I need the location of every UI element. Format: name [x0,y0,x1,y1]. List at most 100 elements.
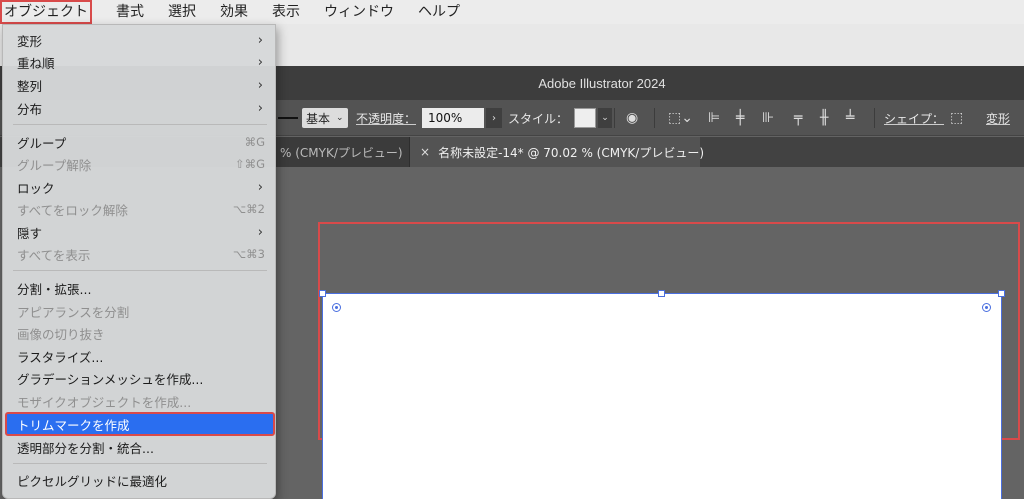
tab-label: 名称未設定-14* @ 70.02 % (CMYK/プレビュー) [438,145,705,160]
menu-type[interactable]: 書式 [104,0,156,24]
transform-label[interactable]: 変形 [986,100,1010,136]
menu-item-label: トリムマークを作成 [17,417,130,433]
menu-item-label: アピアランスを分割 [17,304,130,320]
menu-item-lock[interactable]: ロック › [3,176,277,198]
opacity-arrow-icon[interactable]: › [486,108,503,128]
menu-item-mosaic: モザイクオブジェクトを作成... [3,390,277,412]
menu-item-distribute[interactable]: 分布 › [3,97,277,119]
selection-edge-left [322,293,323,499]
menu-item-pixel-grid[interactable]: ピクセルグリッドに最適化 [3,469,277,491]
style-swatch[interactable] [574,108,597,128]
window-title: Adobe Illustrator 2024 [538,75,666,91]
chevron-down-icon[interactable]: ⌄ [598,108,613,128]
menu-item-label: モザイクオブジェクトを作成... [17,394,192,410]
chevron-right-icon: › [257,32,263,48]
menu-select[interactable]: 選択 [156,0,208,24]
align-right-icon[interactable]: ⊪ [762,100,774,136]
menu-divider [13,463,267,464]
separator [654,108,655,128]
menu-item-label: 分割・拡張... [17,281,92,297]
style-label: スタイル： [508,111,569,126]
menu-item-expand[interactable]: 分割・拡張... [3,277,277,299]
chevron-down-icon: ⌄ [336,113,344,123]
align-hcenter-icon[interactable]: ╪ [736,100,744,136]
menu-item-label: ラスタライズ... [17,349,104,365]
opacity-label[interactable]: 不透明度： [356,110,416,127]
menu-divider [13,124,267,125]
anchor-point-icon [982,303,991,312]
artboard[interactable] [322,293,1002,499]
separator [874,108,875,128]
menu-view[interactable]: 表示 [260,0,312,24]
menu-item-flatten-transparency[interactable]: 透明部分を分割・統合... [3,436,277,458]
menu-item-label: ロック [17,180,55,196]
menu-item-gradient-mesh[interactable]: グラデーションメッシュを作成... [3,367,277,389]
tab-document-previous[interactable]: % (CMYK/プレビュー) [270,137,410,167]
menu-item-label: ピクセルグリッドに最適化 [17,473,168,489]
menu-item-show-all: すべてを表示 ⌥⌘3 [3,243,277,265]
menu-item-label: すべてを表示 [17,247,91,263]
chevron-right-icon: › [257,100,263,116]
selection-handle-tl[interactable] [319,290,326,297]
style-group: スタイル： ⌄ [508,100,613,136]
menu-item-shortcut: ⌥⌘2 [232,202,265,216]
align-to-icon[interactable]: ⬚⌄ [668,100,693,136]
menu-divider [13,270,267,271]
shape-label[interactable]: シェイプ： [884,100,944,136]
shape-bounds-icon[interactable]: ⬚ [950,100,963,136]
menu-item-group[interactable]: グループ ⌘G [3,131,277,153]
menu-item-shortcut: ⌘G [244,135,265,149]
menu-item-arrange[interactable]: 重ね順 › [3,51,277,73]
recolor-icon[interactable]: ◉ [626,100,638,136]
selection-edge-right [1001,293,1002,499]
menu-item-label: 隠す [17,225,43,241]
stroke-style-group: 基本 ⌄ [278,100,348,136]
menu-item-label: 重ね順 [17,55,55,71]
menu-item-label: グループ [17,135,67,151]
menu-item-hide[interactable]: 隠す › [3,221,277,243]
menu-item-label: 分布 [17,101,43,117]
stroke-style-dropdown[interactable]: 基本 ⌄ [302,108,348,128]
menubar: オブジェクト 書式 選択 効果 表示 ウィンドウ ヘルプ [0,0,1024,24]
align-top-icon[interactable]: ╤ [794,100,802,136]
anchor-point-icon [332,303,341,312]
menu-window[interactable]: ウィンドウ [312,0,406,24]
menu-item-create-trim-marks[interactable]: トリムマークを作成 [5,412,275,436]
menu-item-align[interactable]: 整列 › [3,74,277,96]
menu-item-crop-image: 画像の切り抜き [3,322,277,344]
menu-item-expand-appearance: アピアランスを分割 [3,300,277,322]
close-icon[interactable]: × [420,145,430,159]
menu-item-shortcut: ⇧⌘G [234,157,265,171]
selection-handle-tr[interactable] [998,290,1005,297]
align-left-icon[interactable]: ⊫ [708,100,720,136]
menu-item-shortcut: ⌥⌘3 [232,247,265,261]
menu-item-label: グループ解除 [17,157,92,173]
align-bottom-icon[interactable]: ╧ [846,100,854,136]
chevron-right-icon: › [257,224,263,240]
menu-item-label: グラデーションメッシュを作成... [17,371,204,387]
menu-object[interactable]: オブジェクト [0,0,92,24]
menu-item-label: 変形 [17,33,43,49]
menu-item-label: 画像の切り抜き [17,326,105,342]
chevron-right-icon: › [257,179,263,195]
menu-item-rasterize[interactable]: ラスタライズ... [3,345,277,367]
selection-handle-top[interactable] [658,290,665,297]
separator [614,108,615,128]
object-menu-dropdown: 変形 › 重ね順 › 整列 › 分布 › グループ ⌘G グループ解除 ⇧⌘G … [2,24,276,499]
menu-effect[interactable]: 効果 [208,0,260,24]
chevron-right-icon: › [257,54,263,70]
menu-item-unlock-all: すべてをロック解除 ⌥⌘2 [3,198,277,220]
stroke-style-value: 基本 [306,111,331,126]
opacity-input[interactable]: 100% [422,108,485,128]
menu-help[interactable]: ヘルプ [406,0,472,24]
opacity-group: 不透明度： 100% › [356,100,503,136]
menu-item-ungroup: グループ解除 ⇧⌘G [3,153,277,175]
align-vcenter-icon[interactable]: ╫ [820,100,828,136]
stroke-preview [278,117,298,119]
menu-item-transform[interactable]: 変形 › [3,29,277,51]
tab-label: % (CMYK/プレビュー) [280,145,403,160]
chevron-right-icon: › [257,77,263,93]
menu-item-label: 透明部分を分割・統合... [17,440,154,456]
tab-document-active[interactable]: × 名称未設定-14* @ 70.02 % (CMYK/プレビュー) [410,137,704,167]
menu-item-label: すべてをロック解除 [17,202,128,218]
